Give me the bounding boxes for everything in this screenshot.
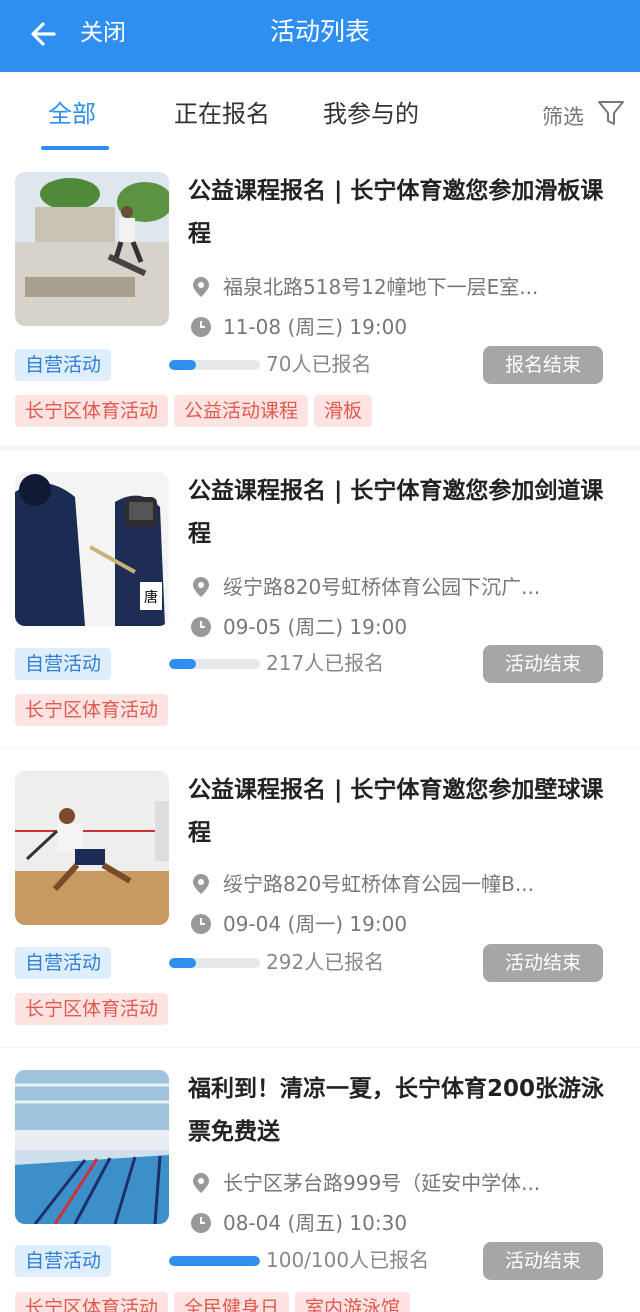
location-pin-icon bbox=[193, 874, 209, 894]
tag: 长宁区体育活动 bbox=[15, 993, 169, 1025]
activity-location: 福泉北路518号12幢地下一层E室... bbox=[223, 275, 539, 299]
own-activity-badge: 自营活动 bbox=[15, 648, 112, 680]
activity-card[interactable]: 公益课程报名 | 长宁体育邀您参加滑板课程 福泉北路518号12幢地下一层E室.… bbox=[0, 150, 640, 446]
tag-list: 长宁区体育活动 bbox=[15, 694, 174, 726]
status-button[interactable]: 活动结束 bbox=[483, 1242, 603, 1280]
activity-location: 绥宁路820号虹桥体育公园一幢B... bbox=[223, 872, 534, 896]
location-pin-icon bbox=[193, 577, 209, 597]
tag: 长宁区体育活动 bbox=[15, 395, 169, 427]
activity-time: 09-05 (周二) 19:00 bbox=[223, 615, 408, 639]
filter-icon[interactable] bbox=[596, 98, 626, 128]
tab-all[interactable]: 全部 bbox=[48, 98, 96, 130]
status-button[interactable]: 报名结束 bbox=[483, 346, 603, 384]
tag-list: 长宁区体育活动 bbox=[15, 993, 174, 1025]
location-row: 绥宁路820号虹桥体育公园下沉广... bbox=[190, 572, 610, 602]
location-row: 福泉北路518号12幢地下一层E室... bbox=[190, 272, 610, 302]
tab-registering[interactable]: 正在报名 bbox=[174, 98, 270, 130]
tab-bar: 全部 正在报名 我参与的 筛选 bbox=[0, 72, 640, 150]
page-title: 活动列表 bbox=[269, 17, 370, 46]
registration-progress bbox=[169, 958, 260, 968]
progress-fill bbox=[169, 360, 197, 370]
activity-title[interactable]: 公益课程报名 | 长宁体育邀您参加壁球课程 bbox=[188, 769, 608, 855]
filter-button[interactable]: 筛选 bbox=[542, 102, 584, 132]
progress-fill bbox=[169, 958, 197, 968]
activity-title[interactable]: 福利到！清凉一夏，长宁体育200张游泳票免费送 bbox=[188, 1068, 608, 1154]
registration-count: 217人已报名 bbox=[266, 651, 385, 675]
svg-text:唐: 唐 bbox=[144, 589, 158, 606]
status-button[interactable]: 活动结束 bbox=[483, 944, 603, 982]
tag-list: 长宁区体育活动 公益活动课程 滑板 bbox=[15, 395, 378, 427]
activity-title[interactable]: 公益课程报名 | 长宁体育邀您参加滑板课程 bbox=[188, 170, 608, 256]
tag: 全民健身日 bbox=[174, 1292, 290, 1312]
activity-title[interactable]: 公益课程报名 | 长宁体育邀您参加剑道课程 bbox=[188, 470, 608, 556]
progress-fill bbox=[169, 659, 197, 669]
status-button[interactable]: 活动结束 bbox=[483, 645, 603, 683]
clock-icon bbox=[191, 317, 211, 337]
tag: 滑板 bbox=[314, 395, 373, 427]
activity-location: 长宁区茅台路999号（延安中学体... bbox=[223, 1171, 541, 1195]
clock-icon bbox=[191, 617, 211, 637]
activity-card[interactable]: 福利到！清凉一夏，长宁体育200张游泳票免费送 长宁区茅台路999号（延安中学体… bbox=[0, 1048, 640, 1312]
activity-thumbnail bbox=[15, 1070, 169, 1224]
activity-time: 09-04 (周一) 19:00 bbox=[223, 912, 408, 936]
activity-time: 11-08 (周三) 19:00 bbox=[223, 315, 408, 339]
time-row: 09-05 (周二) 19:00 bbox=[190, 612, 610, 642]
own-activity-badge: 自营活动 bbox=[15, 947, 112, 979]
kendo-photo: 唐 bbox=[15, 472, 169, 626]
registration-progress bbox=[169, 659, 260, 669]
registration-count: 292人已报名 bbox=[266, 950, 385, 974]
squash-photo bbox=[15, 771, 169, 925]
time-row: 09-04 (周一) 19:00 bbox=[190, 909, 610, 939]
location-row: 长宁区茅台路999号（延安中学体... bbox=[190, 1168, 610, 1198]
tag: 室内游泳馆 bbox=[295, 1292, 411, 1312]
activity-location: 绥宁路820号虹桥体育公园下沉广... bbox=[223, 575, 541, 599]
clock-icon bbox=[191, 1213, 211, 1233]
top-bar: 关闭 活动列表 bbox=[0, 0, 640, 72]
time-row: 11-08 (周三) 19:00 bbox=[190, 312, 610, 342]
own-activity-badge: 自营活动 bbox=[15, 1245, 112, 1277]
own-activity-badge: 自营活动 bbox=[15, 349, 112, 381]
location-pin-icon bbox=[193, 1173, 209, 1193]
activity-thumbnail: 唐 bbox=[15, 472, 169, 626]
progress-fill bbox=[169, 1256, 260, 1266]
swimming-pool-photo bbox=[15, 1070, 169, 1224]
tag: 长宁区体育活动 bbox=[15, 1292, 169, 1312]
activity-thumbnail bbox=[15, 172, 169, 326]
registration-count: 100/100人已报名 bbox=[266, 1248, 430, 1272]
registration-progress bbox=[169, 1256, 260, 1266]
time-row: 08-04 (周五) 10:30 bbox=[190, 1208, 610, 1238]
clock-icon bbox=[191, 914, 211, 934]
location-pin-icon bbox=[193, 277, 209, 297]
skateboard-photo bbox=[15, 172, 169, 326]
tab-participated[interactable]: 我参与的 bbox=[323, 98, 419, 130]
location-row: 绥宁路820号虹桥体育公园一幢B... bbox=[190, 869, 610, 899]
tag: 长宁区体育活动 bbox=[15, 694, 169, 726]
activity-card[interactable]: 公益课程报名 | 长宁体育邀您参加壁球课程 绥宁路820号虹桥体育公园一幢B..… bbox=[0, 749, 640, 1047]
registration-progress bbox=[169, 360, 260, 370]
tag-list: 长宁区体育活动 全民健身日 室内游泳馆 bbox=[15, 1292, 416, 1312]
registration-count: 70人已报名 bbox=[266, 352, 372, 376]
tag: 公益活动课程 bbox=[174, 395, 309, 427]
activity-time: 08-04 (周五) 10:30 bbox=[223, 1211, 408, 1235]
activity-thumbnail bbox=[15, 771, 169, 925]
activity-card[interactable]: 唐 公益课程报名 | 长宁体育邀您参加剑道课程 绥宁路820号虹桥体育公园下沉广… bbox=[0, 450, 640, 748]
